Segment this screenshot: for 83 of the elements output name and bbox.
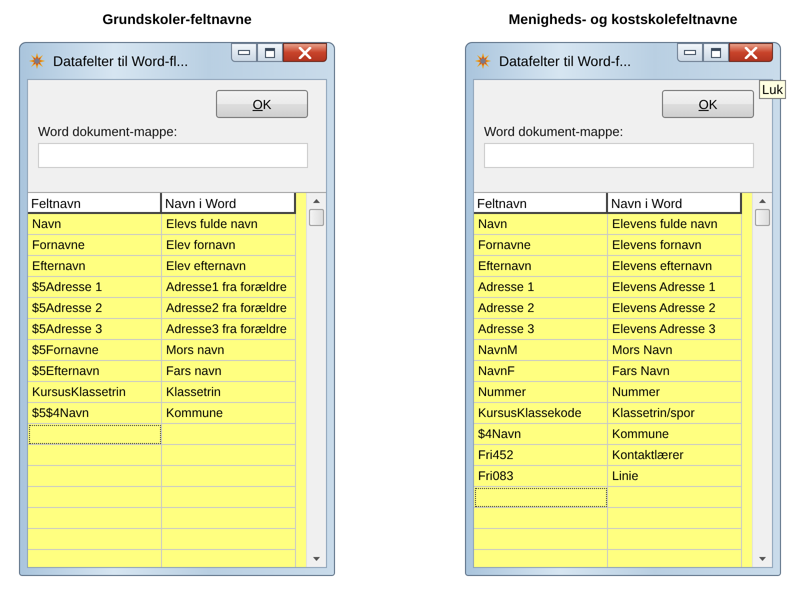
folder-input-field[interactable]: [38, 143, 308, 168]
ok-button[interactable]: OK: [662, 90, 754, 118]
table-cell: Adresse 2: [474, 298, 608, 319]
table-cell: Elevens Adresse 1: [608, 277, 742, 298]
table-cell: Adresse3 fra forældre: [162, 319, 296, 340]
close-button[interactable]: [283, 43, 327, 62]
scroll-down-icon[interactable]: [313, 557, 320, 561]
sunburst-icon: [29, 53, 45, 69]
table-cell: Klassetrin: [162, 382, 296, 403]
table-cell: KursusKlassetrin: [28, 382, 162, 403]
new-row-cell[interactable]: [474, 487, 608, 508]
table-cell: NavnF: [474, 361, 608, 382]
new-row-cell[interactable]: [608, 487, 742, 508]
sunburst-icon: [475, 53, 491, 69]
new-row-cell[interactable]: [162, 424, 296, 445]
figure-caption: Grundskoler-feltnavne: [102, 11, 252, 29]
table-cell: Fars Navn: [608, 361, 742, 382]
close-icon: [744, 46, 758, 58]
table-cell: Linie: [608, 466, 742, 487]
close-button[interactable]: [729, 43, 773, 62]
table-cell: $5Adresse 3: [28, 319, 162, 340]
table-cell: Adresse2 fra forældre: [162, 298, 296, 319]
new-row-cell[interactable]: [28, 424, 162, 445]
table-cell: Elevs fulde navn: [162, 214, 296, 235]
table-cell: $5Fornavne: [28, 340, 162, 361]
field-label: Word dokument-mappe:: [38, 124, 178, 139]
table-cell: Fri083: [474, 466, 608, 487]
maximize-button[interactable]: [257, 43, 283, 62]
table-cell: Nummer: [474, 382, 608, 403]
table-cell: Mors navn: [162, 340, 296, 361]
minimize-button[interactable]: [677, 43, 703, 62]
folder-input-field[interactable]: [484, 143, 754, 168]
table-cell: Fornavne: [474, 235, 608, 256]
scroll-thumb[interactable]: [755, 209, 770, 226]
table-cell: Navn: [474, 214, 608, 235]
window-title: Datafelter til Word-fl...: [53, 53, 188, 69]
table-cell: $5$4Navn: [28, 403, 162, 424]
table-cell: Elevens fornavn: [608, 235, 742, 256]
table-cell: Mors Navn: [608, 340, 742, 361]
table-cell: Elevens Adresse 3: [608, 319, 742, 340]
table-cell: Adresse 3: [474, 319, 608, 340]
table-cell: Kommune: [162, 403, 296, 424]
table-cell: KursusKlassekode: [474, 403, 608, 424]
table-cell: NavnM: [474, 340, 608, 361]
table-cell: $5Adresse 2: [28, 298, 162, 319]
table-cell: Elevens fulde navn: [608, 214, 742, 235]
vertical-scrollbar[interactable]: [752, 193, 772, 567]
window-title: Datafelter til Word-f...: [499, 53, 632, 69]
table-cell: Navn: [28, 214, 162, 235]
vertical-scrollbar[interactable]: [306, 193, 326, 567]
table-cell: Kommune: [608, 424, 742, 445]
scroll-up-icon[interactable]: [313, 199, 320, 203]
table-cell: $5Adresse 1: [28, 277, 162, 298]
column-header[interactable]: Feltnavn: [474, 193, 608, 214]
table-cell: Elev fornavn: [162, 235, 296, 256]
table-cell: Elev efternavn: [162, 256, 296, 277]
table-cell: Fornavne: [28, 235, 162, 256]
table-cell: Elevens efternavn: [608, 256, 742, 277]
table-cell: Fri452: [474, 445, 608, 466]
column-header[interactable]: Feltnavn: [28, 193, 162, 214]
table-cell: Fars navn: [162, 361, 296, 382]
tooltip: Luk: [759, 80, 786, 99]
table-cell: Klassetrin/spor: [608, 403, 742, 424]
table-cell: $4Navn: [474, 424, 608, 445]
column-header[interactable]: Navn i Word: [162, 193, 296, 214]
table-cell: Efternavn: [474, 256, 608, 277]
table-cell: Elevens Adresse 2: [608, 298, 742, 319]
figure-caption: Menigheds- og kostskolefeltnavne: [508, 11, 738, 29]
column-header[interactable]: Navn i Word: [608, 193, 742, 214]
minimize-button[interactable]: [231, 43, 257, 62]
scroll-up-icon[interactable]: [759, 199, 766, 203]
maximize-button[interactable]: [703, 43, 729, 62]
close-icon: [298, 46, 312, 58]
scroll-down-icon[interactable]: [759, 557, 766, 561]
field-label: Word dokument-mappe:: [484, 124, 624, 139]
table-cell: Efternavn: [28, 256, 162, 277]
table-cell: $5Efternavn: [28, 361, 162, 382]
table-cell: Nummer: [608, 382, 742, 403]
table-cell: Adresse1 fra forældre: [162, 277, 296, 298]
table-cell: Kontaktlærer: [608, 445, 742, 466]
scroll-thumb[interactable]: [309, 209, 324, 226]
table-cell: Adresse 1: [474, 277, 608, 298]
ok-button[interactable]: OK: [216, 90, 308, 118]
